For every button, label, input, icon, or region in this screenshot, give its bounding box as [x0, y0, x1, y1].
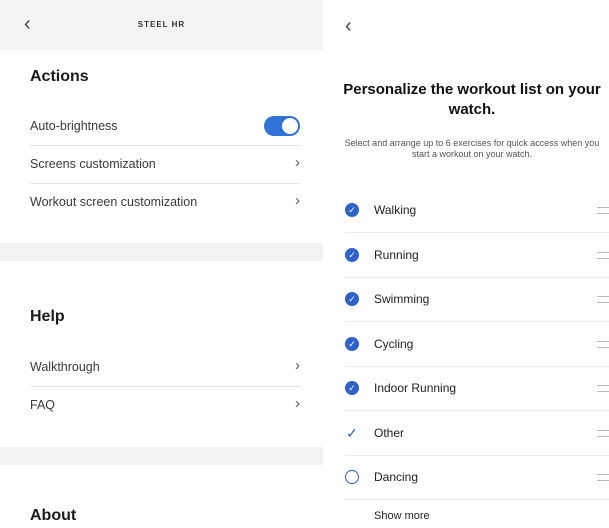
checked-circle-icon[interactable]: ✓ [345, 292, 359, 306]
checked-circle-icon[interactable]: ✓ [345, 336, 359, 351]
exercise-row[interactable]: ✓ Running [345, 233, 609, 278]
drag-handle-icon[interactable] [597, 340, 609, 348]
workout-screen-customization-row[interactable]: Workout screen customization › [30, 183, 300, 221]
empty-circle-icon[interactable] [345, 470, 359, 484]
screens-customization-row[interactable]: Screens customization › [30, 145, 300, 184]
exercise-name: Other [374, 425, 405, 440]
app-title: STEEL HR [137, 20, 186, 29]
settings-screen: ‹ STEEL HR Actions Auto-brightness Scree… [0, 0, 323, 528]
drag-handle-icon[interactable] [597, 429, 609, 437]
auto-brightness-toggle[interactable] [264, 116, 300, 136]
section-divider [0, 243, 323, 261]
chevron-right-icon: › [295, 395, 300, 412]
walkthrough-label: Walkthrough [30, 360, 100, 374]
screens-customization-label: Screens customization [30, 157, 156, 171]
exercise-row[interactable]: ✓ Walking [345, 188, 609, 233]
exercise-row[interactable]: ✓ Cycling [345, 322, 609, 367]
about-heading: About [30, 507, 77, 524]
auto-brightness-row[interactable]: Auto-brightness [30, 107, 300, 146]
help-heading: Help [30, 308, 65, 325]
exercise-name: Running [374, 247, 419, 262]
workout-list-screen: ‹ Personalize the workout list on your w… [335, 0, 609, 528]
exercise-row[interactable]: ✓ Swimming [345, 277, 609, 322]
auto-brightness-label: Auto-brightness [30, 119, 118, 133]
faq-row[interactable]: FAQ › [30, 386, 300, 424]
drag-handle-icon[interactable] [597, 207, 609, 214]
drag-handle-icon[interactable] [597, 251, 609, 259]
section-divider [0, 447, 323, 465]
page-title: Personalize the workout list on your wat… [343, 81, 601, 118]
show-more-link[interactable]: Show more [374, 510, 430, 522]
faq-label: FAQ [30, 398, 56, 412]
chevron-right-icon: › [295, 154, 300, 171]
exercise-name: Indoor Running [374, 381, 457, 395]
workout-screen-customization-label: Workout screen customization [30, 195, 198, 209]
exercise-row[interactable]: ✓ Other [345, 411, 609, 456]
page-subtitle: Select and arrange up to 6 exercises for… [344, 138, 600, 159]
exercise-name: Cycling [374, 336, 414, 351]
drag-handle-icon[interactable] [597, 385, 609, 392]
actions-heading: Actions [30, 68, 89, 85]
chevron-right-icon: › [295, 192, 300, 209]
back-chevron-icon[interactable]: ‹ [345, 15, 352, 37]
drag-handle-icon[interactable] [597, 474, 609, 481]
checkmark-icon[interactable]: ✓ [345, 426, 359, 440]
exercise-name: Walking [374, 203, 417, 217]
walkthrough-row[interactable]: Walkthrough › [30, 348, 300, 387]
checked-circle-icon[interactable]: ✓ [345, 247, 359, 262]
checked-circle-icon[interactable]: ✓ [345, 203, 359, 217]
exercise-row[interactable]: ✓ Indoor Running [345, 366, 609, 411]
exercise-row[interactable]: Dancing [345, 455, 609, 500]
drag-handle-icon[interactable] [597, 296, 609, 303]
chevron-right-icon: › [295, 357, 300, 374]
checked-circle-icon[interactable]: ✓ [345, 381, 359, 395]
top-bar: ‹ STEEL HR [0, 0, 323, 50]
exercise-name: Dancing [374, 470, 419, 484]
exercise-name: Swimming [374, 292, 430, 306]
toggle-knob [282, 118, 298, 134]
